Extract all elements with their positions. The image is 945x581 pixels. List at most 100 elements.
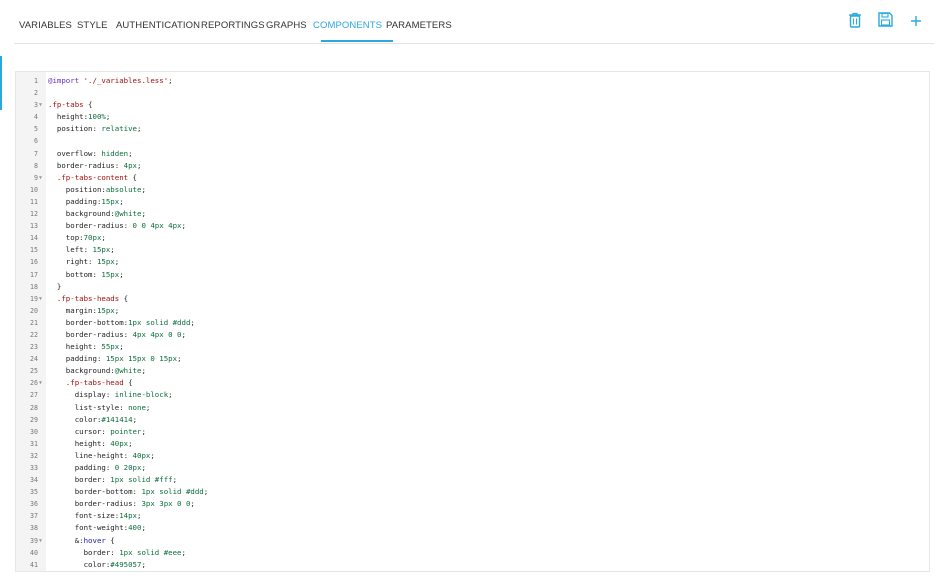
code-line[interactable]: 7 overflow: hidden; bbox=[16, 148, 929, 160]
save-button[interactable] bbox=[878, 12, 894, 30]
code-line[interactable]: 13 border-radius: 0 0 4px 4px; bbox=[16, 220, 929, 232]
line-number: 11 bbox=[30, 197, 38, 206]
code-line[interactable]: 27 display: inline-block; bbox=[16, 389, 929, 401]
fold-arrow-icon[interactable]: ▼ bbox=[39, 535, 42, 547]
code-line[interactable]: 11 padding:15px; bbox=[16, 196, 929, 208]
line-number: 29 bbox=[30, 415, 38, 424]
code-line[interactable]: 32 line-height: 40px; bbox=[16, 450, 929, 462]
code-line[interactable]: 3 ▼ .fp-tabs { bbox=[16, 99, 929, 111]
line-number: 40 bbox=[30, 548, 38, 557]
line-number: 39 bbox=[30, 536, 38, 545]
code-line[interactable]: 40 border: 1px solid #eee; bbox=[16, 547, 929, 559]
code-text: border-radius: 0 0 4px 4px; bbox=[48, 221, 186, 231]
code-line[interactable]: 19 ▼ .fp-tabs-heads { bbox=[16, 293, 929, 305]
tab-authentication[interactable]: AUTHENTICATION bbox=[116, 20, 200, 31]
code-line[interactable]: 12 background:@white; bbox=[16, 208, 929, 220]
fold-arrow-icon[interactable]: ▼ bbox=[39, 99, 42, 111]
sidebar-accent-bar bbox=[0, 56, 2, 110]
code-line[interactable]: 24 padding: 15px 15px 0 15px; bbox=[16, 353, 929, 365]
add-button[interactable] bbox=[910, 12, 926, 30]
code-text: margin:15px; bbox=[48, 305, 120, 315]
code-line[interactable]: 25 background:@white; bbox=[16, 365, 929, 377]
line-number: 20 bbox=[30, 306, 38, 315]
fold-arrow-icon[interactable]: ▼ bbox=[39, 377, 42, 389]
code-lines: 1 @import './_variables.less'; 2 3 ▼ .fp-tabs… bbox=[16, 75, 929, 571]
line-number: 23 bbox=[30, 343, 38, 352]
line-number: 2 bbox=[34, 89, 38, 98]
code-text: padding: 15px 15px 0 15px; bbox=[48, 354, 182, 364]
line-number: 41 bbox=[30, 560, 38, 569]
code-line[interactable]: 37 font-size:14px; bbox=[16, 510, 929, 522]
code-text: list-style: none; bbox=[48, 402, 151, 412]
code-line[interactable]: 31 height: 40px; bbox=[16, 438, 929, 450]
line-number: 16 bbox=[30, 258, 38, 267]
code-line[interactable]: 18 } bbox=[16, 281, 929, 293]
line-number: 27 bbox=[30, 391, 38, 400]
code-editor[interactable]: 1 @import './_variables.less'; 2 3 ▼ .fp-tabs… bbox=[15, 71, 930, 572]
code-line[interactable]: 15 left: 15px; bbox=[16, 244, 929, 256]
code-line[interactable]: 28 list-style: none; bbox=[16, 402, 929, 414]
code-line[interactable]: 16 right: 15px; bbox=[16, 256, 929, 268]
code-line[interactable]: 33 padding: 0 20px; bbox=[16, 462, 929, 474]
code-line[interactable]: 10 position:absolute; bbox=[16, 184, 929, 196]
tab-graphs[interactable]: GRAPHS bbox=[266, 20, 307, 31]
code-line[interactable]: 17 bottom: 15px; bbox=[16, 269, 929, 281]
code-line[interactable]: 39 ▼ &:hover { bbox=[16, 535, 929, 547]
tab-reportings[interactable]: REPORTINGS bbox=[201, 20, 265, 31]
plus-icon bbox=[911, 16, 921, 26]
save-icon bbox=[878, 12, 893, 27]
code-line[interactable]: 2 bbox=[16, 87, 929, 99]
tab-parameters[interactable]: PARAMETERS bbox=[386, 20, 452, 31]
tab-style[interactable]: STYLE bbox=[77, 20, 108, 31]
code-line[interactable]: 14 top:70px; bbox=[16, 232, 929, 244]
trash-icon bbox=[849, 12, 861, 28]
code-text: bottom: 15px; bbox=[48, 269, 124, 279]
code-line[interactable]: 36 border-radius: 3px 3px 0 0; bbox=[16, 498, 929, 510]
line-number: 18 bbox=[30, 282, 38, 291]
code-line[interactable]: 6 bbox=[16, 135, 929, 147]
code-text: padding:15px; bbox=[48, 196, 124, 206]
line-number: 5 bbox=[34, 125, 38, 134]
top-tab-bar: VARIABLES STYLE AUTHENTICATION REPORTING… bbox=[14, 0, 934, 44]
code-text: border-radius: 4px 4px 0 0; bbox=[48, 329, 186, 339]
code-line[interactable]: 23 height: 55px; bbox=[16, 341, 929, 353]
code-line[interactable]: 21 border-bottom:1px solid #ddd; bbox=[16, 317, 929, 329]
line-number: 24 bbox=[30, 355, 38, 364]
code-line[interactable]: 35 border-bottom: 1px solid #ddd; bbox=[16, 486, 929, 498]
line-number: 10 bbox=[30, 185, 38, 194]
code-line[interactable]: 29 color:#141414; bbox=[16, 414, 929, 426]
line-number: 21 bbox=[30, 318, 38, 327]
code-text: font-weight:400; bbox=[48, 523, 146, 533]
code-text: border-bottom:1px solid #ddd; bbox=[48, 317, 195, 327]
code-text: font-size:14px; bbox=[48, 511, 142, 521]
code-text: right: 15px; bbox=[48, 257, 120, 267]
code-text: border-radius: 3px 3px 0 0; bbox=[48, 499, 195, 509]
code-line[interactable]: 26 ▼ .fp-tabs-head { bbox=[16, 377, 929, 389]
code-text: .fp-tabs-heads { bbox=[56, 293, 129, 303]
code-line[interactable]: 4 height:100%; bbox=[16, 111, 929, 123]
active-tab-underline bbox=[321, 40, 393, 42]
tab-components[interactable]: COMPONENTS bbox=[313, 20, 382, 31]
line-number: 8 bbox=[34, 161, 38, 170]
delete-button[interactable] bbox=[848, 12, 864, 30]
code-line[interactable]: 8 border-radius: 4px; bbox=[16, 160, 929, 172]
line-number: 35 bbox=[30, 488, 38, 497]
line-number: 6 bbox=[34, 137, 38, 146]
code-text: @import './_variables.less'; bbox=[48, 76, 173, 85]
tab-variables[interactable]: VARIABLES bbox=[19, 20, 72, 31]
code-text: border: 1px solid #eee; bbox=[48, 547, 186, 557]
code-line[interactable]: 1 @import './_variables.less'; bbox=[16, 75, 929, 87]
code-line[interactable]: 5 position: relative; bbox=[16, 123, 929, 135]
code-line[interactable]: 20 margin:15px; bbox=[16, 305, 929, 317]
line-number: 13 bbox=[30, 222, 38, 231]
code-line[interactable]: 41 color:#495057; bbox=[16, 559, 929, 571]
code-line[interactable]: 30 cursor: pointer; bbox=[16, 426, 929, 438]
code-line[interactable]: 38 font-weight:400; bbox=[16, 522, 929, 534]
code-line[interactable]: 34 border: 1px solid #fff; bbox=[16, 474, 929, 486]
fold-arrow-icon[interactable]: ▼ bbox=[39, 293, 42, 305]
code-line[interactable]: 22 border-radius: 4px 4px 0 0; bbox=[16, 329, 929, 341]
fold-arrow-icon[interactable]: ▼ bbox=[39, 172, 42, 184]
line-number: 7 bbox=[34, 149, 38, 158]
code-line[interactable]: 9 ▼ .fp-tabs-content { bbox=[16, 172, 929, 184]
code-text: &:hover { bbox=[48, 535, 115, 545]
